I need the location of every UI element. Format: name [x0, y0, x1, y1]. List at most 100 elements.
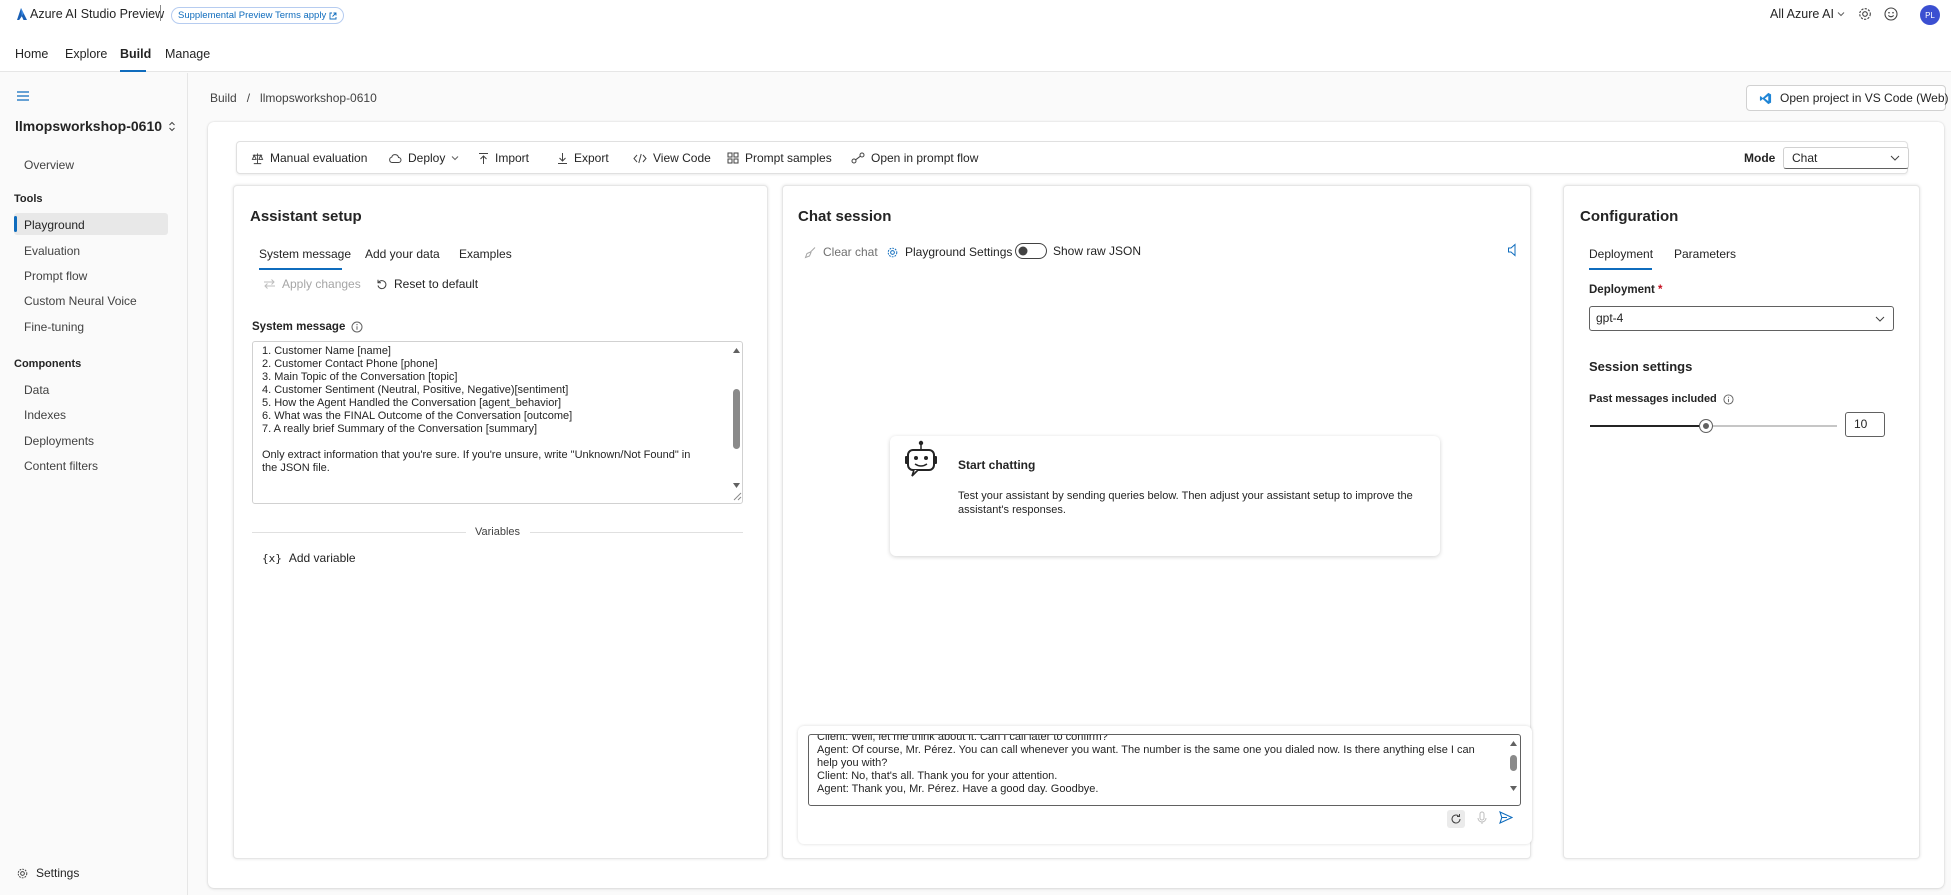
- app-title[interactable]: Azure AI Studio Preview: [30, 7, 164, 21]
- chat-input-line: Agent: Thank you, Mr. Pérez. Have a good…: [817, 783, 1099, 795]
- breadcrumb-project[interactable]: llmopsworkshop-0610: [260, 91, 377, 105]
- sidebar-item-indexes[interactable]: Indexes: [24, 408, 66, 422]
- deployment-label-text: Deployment: [1589, 284, 1655, 296]
- active-tab-indicator: [120, 70, 146, 72]
- deploy-button[interactable]: Deploy: [388, 151, 459, 165]
- chat-input-textarea[interactable]: Client: Well, let me think about it. Can…: [808, 734, 1521, 806]
- project-switcher[interactable]: llmopsworkshop-0610: [15, 118, 176, 134]
- sidebar-item-prompt-flow[interactable]: Prompt flow: [24, 269, 87, 283]
- tab-examples[interactable]: Examples: [459, 247, 512, 261]
- sidebar-item-content-filters[interactable]: Content filters: [24, 459, 98, 473]
- open-prompt-flow-label: Open in prompt flow: [871, 151, 979, 165]
- scope-selector[interactable]: All Azure AI: [1770, 7, 1845, 21]
- preview-terms-link[interactable]: Supplemental Preview Terms apply: [171, 7, 345, 24]
- user-avatar[interactable]: PL: [1920, 5, 1940, 25]
- export-label: Export: [574, 151, 609, 165]
- info-icon[interactable]: [351, 321, 363, 333]
- export-button[interactable]: Export: [557, 151, 609, 165]
- breadcrumb-build[interactable]: Build: [210, 91, 237, 105]
- apply-changes-label: Apply changes: [282, 277, 361, 291]
- system-message-line: 1. Customer Name [name]: [262, 345, 391, 357]
- sidebar-item-custom-neural-voice[interactable]: Custom Neural Voice: [24, 294, 137, 308]
- refresh-icon[interactable]: [1447, 810, 1465, 828]
- deployment-select[interactable]: gpt-4: [1589, 306, 1894, 331]
- mode-value: Chat: [1792, 151, 1818, 165]
- nav-tab-explore[interactable]: Explore: [65, 47, 107, 61]
- sidebar-item-overview[interactable]: Overview: [24, 158, 74, 172]
- system-message-label: System message: [252, 321, 346, 333]
- feedback-smile-icon[interactable]: [1883, 6, 1899, 22]
- session-settings-heading: Session settings: [1589, 359, 1693, 374]
- chat-input-line: help you with?: [817, 757, 888, 769]
- active-tab-indicator: [1589, 268, 1652, 270]
- manual-evaluation-button[interactable]: Manual evaluation: [251, 151, 367, 165]
- project-name: llmopsworkshop-0610: [15, 118, 163, 134]
- open-vscode-button[interactable]: Open project in VS Code (Web): [1746, 85, 1949, 111]
- nav-tab-home[interactable]: Home: [15, 47, 48, 61]
- scales-icon: [251, 152, 264, 165]
- clear-chat-label: Clear chat: [823, 245, 878, 259]
- nav-tab-build[interactable]: Build: [120, 47, 151, 61]
- tab-parameters[interactable]: Parameters: [1674, 247, 1736, 261]
- reset-icon: [376, 278, 388, 290]
- vscode-icon: [1759, 92, 1772, 105]
- sidebar-item-fine-tuning[interactable]: Fine-tuning: [24, 320, 84, 334]
- prompt-samples-button[interactable]: Prompt samples: [727, 151, 832, 165]
- sidebar-heading-components: Components: [14, 358, 82, 370]
- robot-icon: [904, 440, 938, 480]
- open-vscode-label: Open project in VS Code (Web): [1780, 91, 1949, 105]
- system-message-line: 3. Main Topic of the Conversation [topic…: [262, 371, 458, 383]
- chevron-up-down-icon: [168, 121, 176, 132]
- send-icon[interactable]: [1499, 811, 1513, 824]
- chevron-down-icon: [451, 155, 459, 161]
- speaker-icon[interactable]: [1507, 243, 1519, 257]
- clear-chat-button[interactable]: Clear chat: [804, 245, 878, 259]
- sidebar-item-data[interactable]: Data: [24, 383, 49, 397]
- external-link-icon: [329, 12, 337, 20]
- sidebar-item-playground[interactable]: Playground: [24, 218, 85, 232]
- chat-session-title: Chat session: [798, 208, 892, 225]
- tab-add-your-data[interactable]: Add your data: [365, 247, 440, 261]
- chevron-down-icon: [1875, 316, 1885, 322]
- sidebar: llmopsworkshop-0610 Overview Tools Playg…: [0, 73, 188, 895]
- prompt-samples-label: Prompt samples: [745, 151, 832, 165]
- variable-braces-icon: {x}: [262, 551, 282, 565]
- mode-select[interactable]: Chat: [1783, 147, 1909, 169]
- info-icon[interactable]: [1723, 393, 1734, 405]
- tab-system-message[interactable]: System message: [259, 247, 351, 261]
- system-message-line: 5. How the Agent Handled the Conversatio…: [262, 397, 562, 409]
- playground-settings-button[interactable]: Playground Settings: [886, 245, 1012, 259]
- chat-input-scrollbar[interactable]: [1507, 735, 1520, 805]
- add-variable-button[interactable]: {x} Add variable: [262, 551, 356, 565]
- tab-deployment[interactable]: Deployment: [1589, 247, 1653, 261]
- deploy-label: Deploy: [408, 151, 446, 165]
- past-messages-slider-thumb[interactable]: [1699, 419, 1714, 433]
- sidebar-item-evaluation[interactable]: Evaluation: [24, 244, 80, 258]
- sidebar-item-settings[interactable]: Settings: [16, 866, 79, 880]
- view-code-button[interactable]: View Code: [633, 151, 711, 165]
- show-raw-json-toggle[interactable]: Show raw JSON: [1015, 243, 1141, 259]
- reset-to-default-button[interactable]: Reset to default: [376, 277, 478, 291]
- hamburger-menu-icon[interactable]: [15, 89, 31, 103]
- import-button[interactable]: Import: [478, 151, 529, 165]
- sidebar-item-deployments[interactable]: Deployments: [24, 434, 94, 448]
- textarea-scrollbar[interactable]: [730, 342, 742, 503]
- breadcrumb-separator: /: [246, 91, 251, 105]
- start-chatting-card: Start chatting Test your assistant by se…: [890, 436, 1440, 556]
- sidebar-heading-tools: Tools: [14, 193, 43, 205]
- scope-selector-label: All Azure AI: [1770, 7, 1834, 21]
- settings-gear-icon[interactable]: [1857, 6, 1873, 22]
- import-label: Import: [495, 151, 530, 165]
- open-prompt-flow-button[interactable]: Open in prompt flow: [851, 151, 978, 165]
- past-messages-input[interactable]: 10: [1845, 412, 1885, 437]
- grid-icon: [727, 152, 739, 164]
- azure-ai-logo-icon: [17, 8, 27, 20]
- apply-changes-button[interactable]: Apply changes: [263, 277, 361, 291]
- system-message-line: 7. A really brief Summary of the Convers…: [262, 423, 538, 435]
- nav-tab-manage[interactable]: Manage: [165, 47, 210, 61]
- system-message-line: 2. Customer Contact Phone [phone]: [262, 358, 438, 370]
- start-chatting-text: Test your assistant by sending queries b…: [958, 490, 1413, 502]
- playground-toolbar: Manual evaluation Deploy Import Export V…: [236, 141, 1909, 174]
- system-message-textarea[interactable]: 1. Customer Name [name] 2. Customer Cont…: [252, 341, 743, 504]
- microphone-icon[interactable]: [1477, 811, 1487, 825]
